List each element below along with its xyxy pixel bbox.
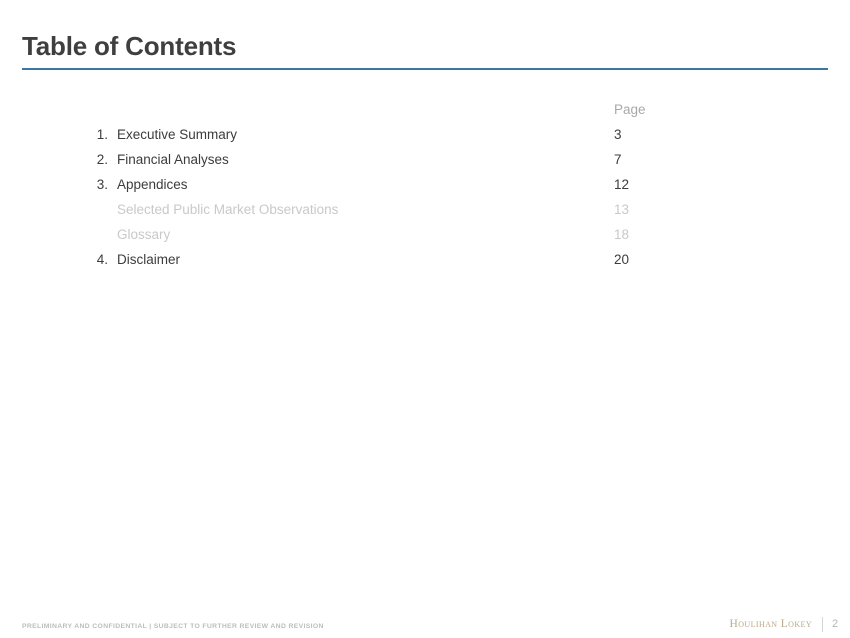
slide-canvas: Table of Contents Page 1. Executive Summa… xyxy=(0,0,850,638)
page-title: Table of Contents xyxy=(22,31,237,61)
title-underline-rule xyxy=(22,68,828,70)
toc-row-label[interactable]: Appendices xyxy=(117,172,614,197)
footer-confidentiality-notice: PRELIMINARY AND CONFIDENTIAL | SUBJECT T… xyxy=(22,623,324,630)
toc-row-number: 2. xyxy=(96,152,108,167)
toc-row-page: 7 xyxy=(614,152,622,167)
toc-row[interactable]: 4. Disclaimer 20 xyxy=(0,247,709,272)
toc-row-label[interactable]: Executive Summary xyxy=(117,122,614,147)
toc-table-body: Page xyxy=(0,98,709,122)
toc-row-label[interactable]: Financial Analyses xyxy=(117,147,614,172)
toc-row-page: 13 xyxy=(614,202,630,217)
toc-row-page: 20 xyxy=(614,252,630,267)
toc-row[interactable]: 3. Appendices 12 xyxy=(0,172,709,197)
toc-row-page: 18 xyxy=(614,227,630,242)
toc-row-number xyxy=(0,222,117,247)
houlihan-lokey-logo: Houlihan Lokey xyxy=(729,618,812,630)
toc-row-number: 3. xyxy=(96,177,108,192)
toc-row-label[interactable]: Glossary xyxy=(117,222,614,247)
slide-page-number: 2 xyxy=(832,618,839,630)
toc-sub-row[interactable]: Glossary 18 xyxy=(0,222,709,247)
toc-header-row: Page xyxy=(0,98,709,122)
table-of-contents: Page 1. Executive Summary 3 2. Financial Ana… xyxy=(0,98,850,272)
toc-row[interactable]: 2. Financial Analyses 7 xyxy=(0,147,709,172)
toc-row-page: 3 xyxy=(614,127,622,142)
toc-sub-row[interactable]: Selected Public Market Observations 13 xyxy=(0,197,709,222)
toc-row[interactable]: 1. Executive Summary 3 xyxy=(0,122,709,147)
toc-header-label-spacer xyxy=(117,98,614,122)
toc-table: Page 1. Executive Summary 3 2. Financial Ana… xyxy=(0,98,709,272)
toc-header-page: Page xyxy=(614,102,646,117)
toc-row-page: 12 xyxy=(614,177,630,192)
toc-rows-container: 1. Executive Summary 3 2. Financial Analyses… xyxy=(0,122,709,272)
toc-row-number: 1. xyxy=(96,127,108,142)
footer-branding: Houlihan Lokey 2 xyxy=(730,615,842,633)
toc-row-label[interactable]: Selected Public Market Observations xyxy=(117,197,614,222)
toc-header-spacer xyxy=(0,98,117,122)
toc-row-label[interactable]: Disclaimer xyxy=(117,247,614,272)
footer-divider xyxy=(822,616,823,632)
toc-row-number: 4. xyxy=(96,252,108,267)
toc-row-number xyxy=(0,197,117,222)
